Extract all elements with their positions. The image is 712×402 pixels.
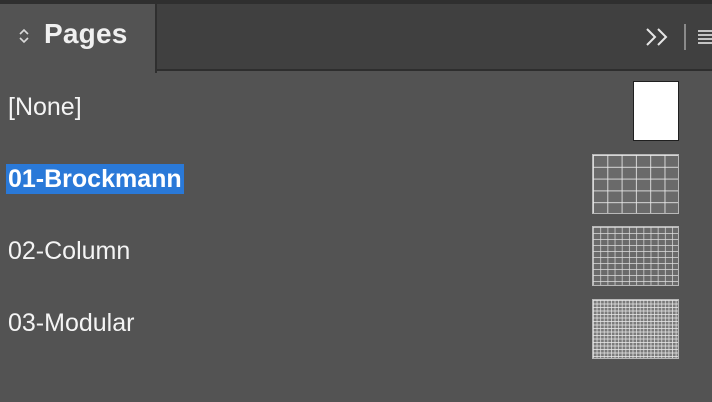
panel-tab-bar: Pages bbox=[0, 4, 712, 73]
double-chevron-right-icon[interactable] bbox=[644, 26, 672, 48]
master-label: 01-Brockmann bbox=[6, 164, 184, 194]
master-label: 03-Modular bbox=[8, 309, 135, 337]
hamburger-menu-icon[interactable] bbox=[696, 28, 712, 46]
master-label: [None] bbox=[8, 93, 82, 121]
tab-bar-divider bbox=[684, 24, 686, 50]
blank-page-thumbnail[interactable] bbox=[633, 81, 679, 141]
grid-page-thumbnail[interactable] bbox=[592, 226, 679, 286]
list-item[interactable]: [None] bbox=[0, 71, 712, 143]
tab-pages[interactable]: Pages bbox=[0, 4, 157, 73]
list-item[interactable]: 02-Column bbox=[0, 215, 712, 287]
master-label: 02-Column bbox=[8, 237, 131, 265]
list-item[interactable]: 03-Modular bbox=[0, 287, 712, 359]
expand-collapse-arrows-icon[interactable] bbox=[18, 26, 30, 46]
grid-page-thumbnail[interactable] bbox=[592, 154, 679, 214]
grid-page-thumbnail[interactable] bbox=[592, 299, 679, 359]
tab-label: Pages bbox=[44, 18, 128, 49]
list-item[interactable]: 01-Brockmann bbox=[0, 143, 712, 215]
